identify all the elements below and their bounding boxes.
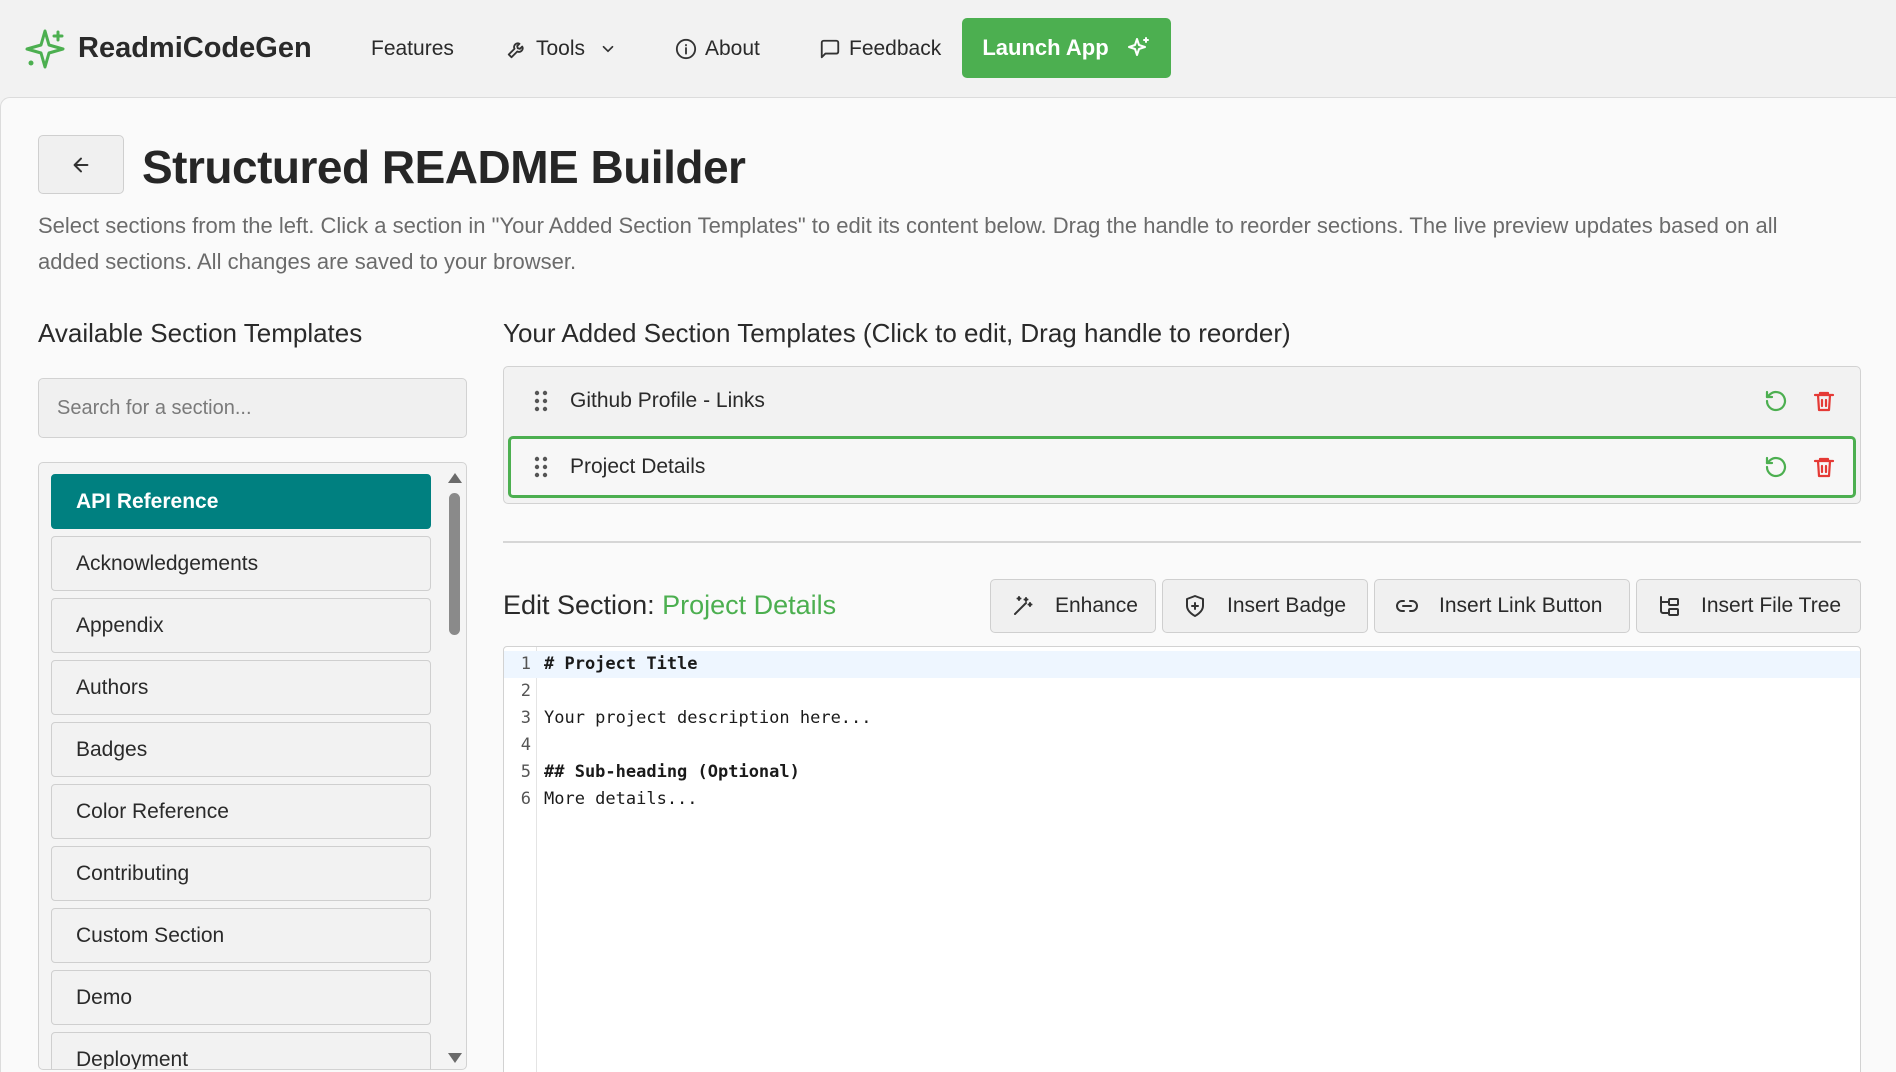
info-icon xyxy=(675,38,697,60)
page-description: Select sections from the left. Click a s… xyxy=(38,213,1778,274)
added-sections-list: Github Profile - Links Project Details xyxy=(503,366,1861,504)
edit-section-heading: Edit Section: Project Details xyxy=(503,590,836,621)
markdown-editor[interactable]: 1 # Project Title 2 3 Your project descr… xyxy=(503,646,1861,1072)
insert-link-button[interactable]: Insert Link Button xyxy=(1374,579,1630,633)
section-search-input[interactable] xyxy=(38,378,467,438)
sparkles-icon xyxy=(1127,37,1149,56)
nav-feedback-label: Feedback xyxy=(849,37,942,60)
insert-link-label: Insert Link Button xyxy=(1439,594,1603,617)
folder-tree-icon xyxy=(1660,596,1679,616)
template-item-contributing[interactable]: Contributing xyxy=(51,846,431,901)
editor-line[interactable]: 4 xyxy=(504,732,1860,759)
template-item-appendix[interactable]: Appendix xyxy=(51,598,431,653)
template-item-demo[interactable]: Demo xyxy=(51,970,431,1025)
trash-icon[interactable] xyxy=(1812,389,1836,413)
editor-line[interactable]: 6 More details... xyxy=(504,786,1860,813)
edit-section-name: Project Details xyxy=(662,590,837,620)
editor-line[interactable]: 3 Your project description here... xyxy=(504,705,1860,732)
template-item-api-reference[interactable]: API Reference xyxy=(51,474,431,529)
trash-icon[interactable] xyxy=(1812,455,1836,479)
nav-tools-label: Tools xyxy=(536,37,586,60)
nav-about-label: About xyxy=(705,37,760,60)
drag-handle-icon[interactable] xyxy=(534,456,548,478)
template-item-acknowledgements[interactable]: Acknowledgements xyxy=(51,536,431,591)
nav-features-label: Features xyxy=(371,37,454,60)
shield-plus-icon xyxy=(1186,595,1204,617)
editor-line[interactable]: 2 xyxy=(504,678,1860,705)
added-item-label: Github Profile - Links xyxy=(570,389,765,412)
template-item-custom-section[interactable]: Custom Section xyxy=(51,908,431,963)
page-title: Structured README Builder xyxy=(142,141,746,193)
insert-file-tree-button[interactable]: Insert File Tree xyxy=(1636,579,1861,633)
wrench-icon xyxy=(507,42,524,59)
insert-file-tree-label: Insert File Tree xyxy=(1701,594,1842,617)
section-divider xyxy=(503,541,1861,543)
template-item-badges[interactable]: Badges xyxy=(51,722,431,777)
sparkle-logo-icon xyxy=(24,28,66,70)
added-item-label: Project Details xyxy=(570,455,706,478)
insert-badge-button[interactable]: Insert Badge xyxy=(1162,579,1368,633)
added-heading: Your Added Section Templates (Click to e… xyxy=(503,318,1291,348)
edit-heading-prefix: Edit Section: xyxy=(503,590,663,620)
editor-line[interactable]: 5 ## Sub-heading (Optional) xyxy=(504,759,1860,786)
added-item-github-profile-links[interactable]: Github Profile - Links xyxy=(508,370,1856,432)
editor-line[interactable]: 1 # Project Title xyxy=(504,651,1860,678)
nav-tools[interactable]: Tools xyxy=(506,30,617,68)
main-panel: Structured README Builder Select section… xyxy=(0,97,1896,1072)
available-heading: Available Section Templates xyxy=(38,318,363,348)
insert-badge-label: Insert Badge xyxy=(1227,594,1347,617)
message-square-icon xyxy=(820,39,840,59)
added-item-project-details[interactable]: Project Details xyxy=(508,436,1856,498)
drag-handle-icon[interactable] xyxy=(534,390,548,412)
enhance-button[interactable]: Enhance xyxy=(990,579,1156,633)
magic-wand-icon xyxy=(1014,596,1033,615)
scrollbar-thumb[interactable] xyxy=(449,493,460,635)
reset-icon[interactable] xyxy=(1764,389,1788,413)
reset-icon[interactable] xyxy=(1764,455,1788,479)
template-item-authors[interactable]: Authors xyxy=(51,660,431,715)
brand[interactable]: ReadmiCodeGen xyxy=(24,28,312,70)
brand-name: ReadmiCodeGen xyxy=(78,32,312,64)
launch-app-button[interactable]: Launch App xyxy=(962,18,1171,78)
scroll-down-arrow-icon[interactable] xyxy=(448,1053,462,1063)
link-icon xyxy=(1396,600,1418,612)
arrow-left-icon xyxy=(73,157,89,172)
enhance-label: Enhance xyxy=(1055,594,1138,617)
available-template-list: API Reference Acknowledgements Appendix … xyxy=(38,462,467,1070)
launch-app-label: Launch App xyxy=(982,35,1109,60)
template-item-color-reference[interactable]: Color Reference xyxy=(51,784,431,839)
scroll-up-arrow-icon[interactable] xyxy=(448,473,462,483)
nav-feedback[interactable]: Feedback xyxy=(819,30,941,68)
nav-features[interactable]: Features xyxy=(371,30,454,68)
nav-about[interactable]: About xyxy=(675,30,760,68)
back-button[interactable] xyxy=(38,135,124,194)
template-item-deployment[interactable]: Deployment xyxy=(51,1032,431,1069)
top-navbar: ReadmiCodeGen Features Tools About Feedb… xyxy=(0,0,1896,97)
list-scrollbar[interactable] xyxy=(446,467,462,1067)
chevron-down-icon xyxy=(602,45,614,53)
